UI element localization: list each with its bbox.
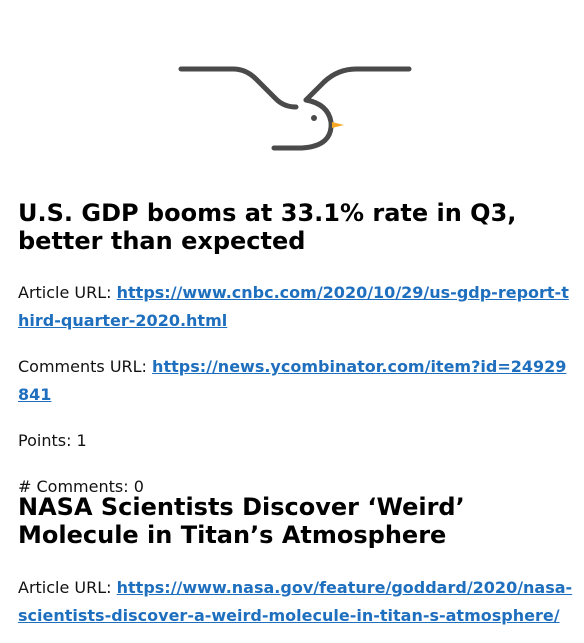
article-url-label: Article URL: [18,283,112,302]
bird-logo-icon [178,62,412,154]
article-url-label: Article URL: [18,578,112,597]
comments-url-row: Comments URL: https://news.ycombinator.c… [18,353,574,409]
points-text: Points: 1 [18,431,87,450]
comments-url-label: Comments URL: [18,357,147,376]
article-url-row: Article URL: https://www.nasa.gov/featur… [18,574,574,630]
article-card: NASA Scientists Discover ‘Weird’ Molecul… [18,493,574,630]
article-card: U.S. GDP booms at 33.1% rate in Q3, bett… [18,199,574,501]
article-url-row: Article URL: https://www.cnbc.com/2020/1… [18,279,574,335]
page: U.S. GDP booms at 33.1% rate in Q3, bett… [0,0,584,643]
article-title: NASA Scientists Discover ‘Weird’ Molecul… [18,493,465,549]
article-title: U.S. GDP booms at 33.1% rate in Q3, bett… [18,199,517,255]
